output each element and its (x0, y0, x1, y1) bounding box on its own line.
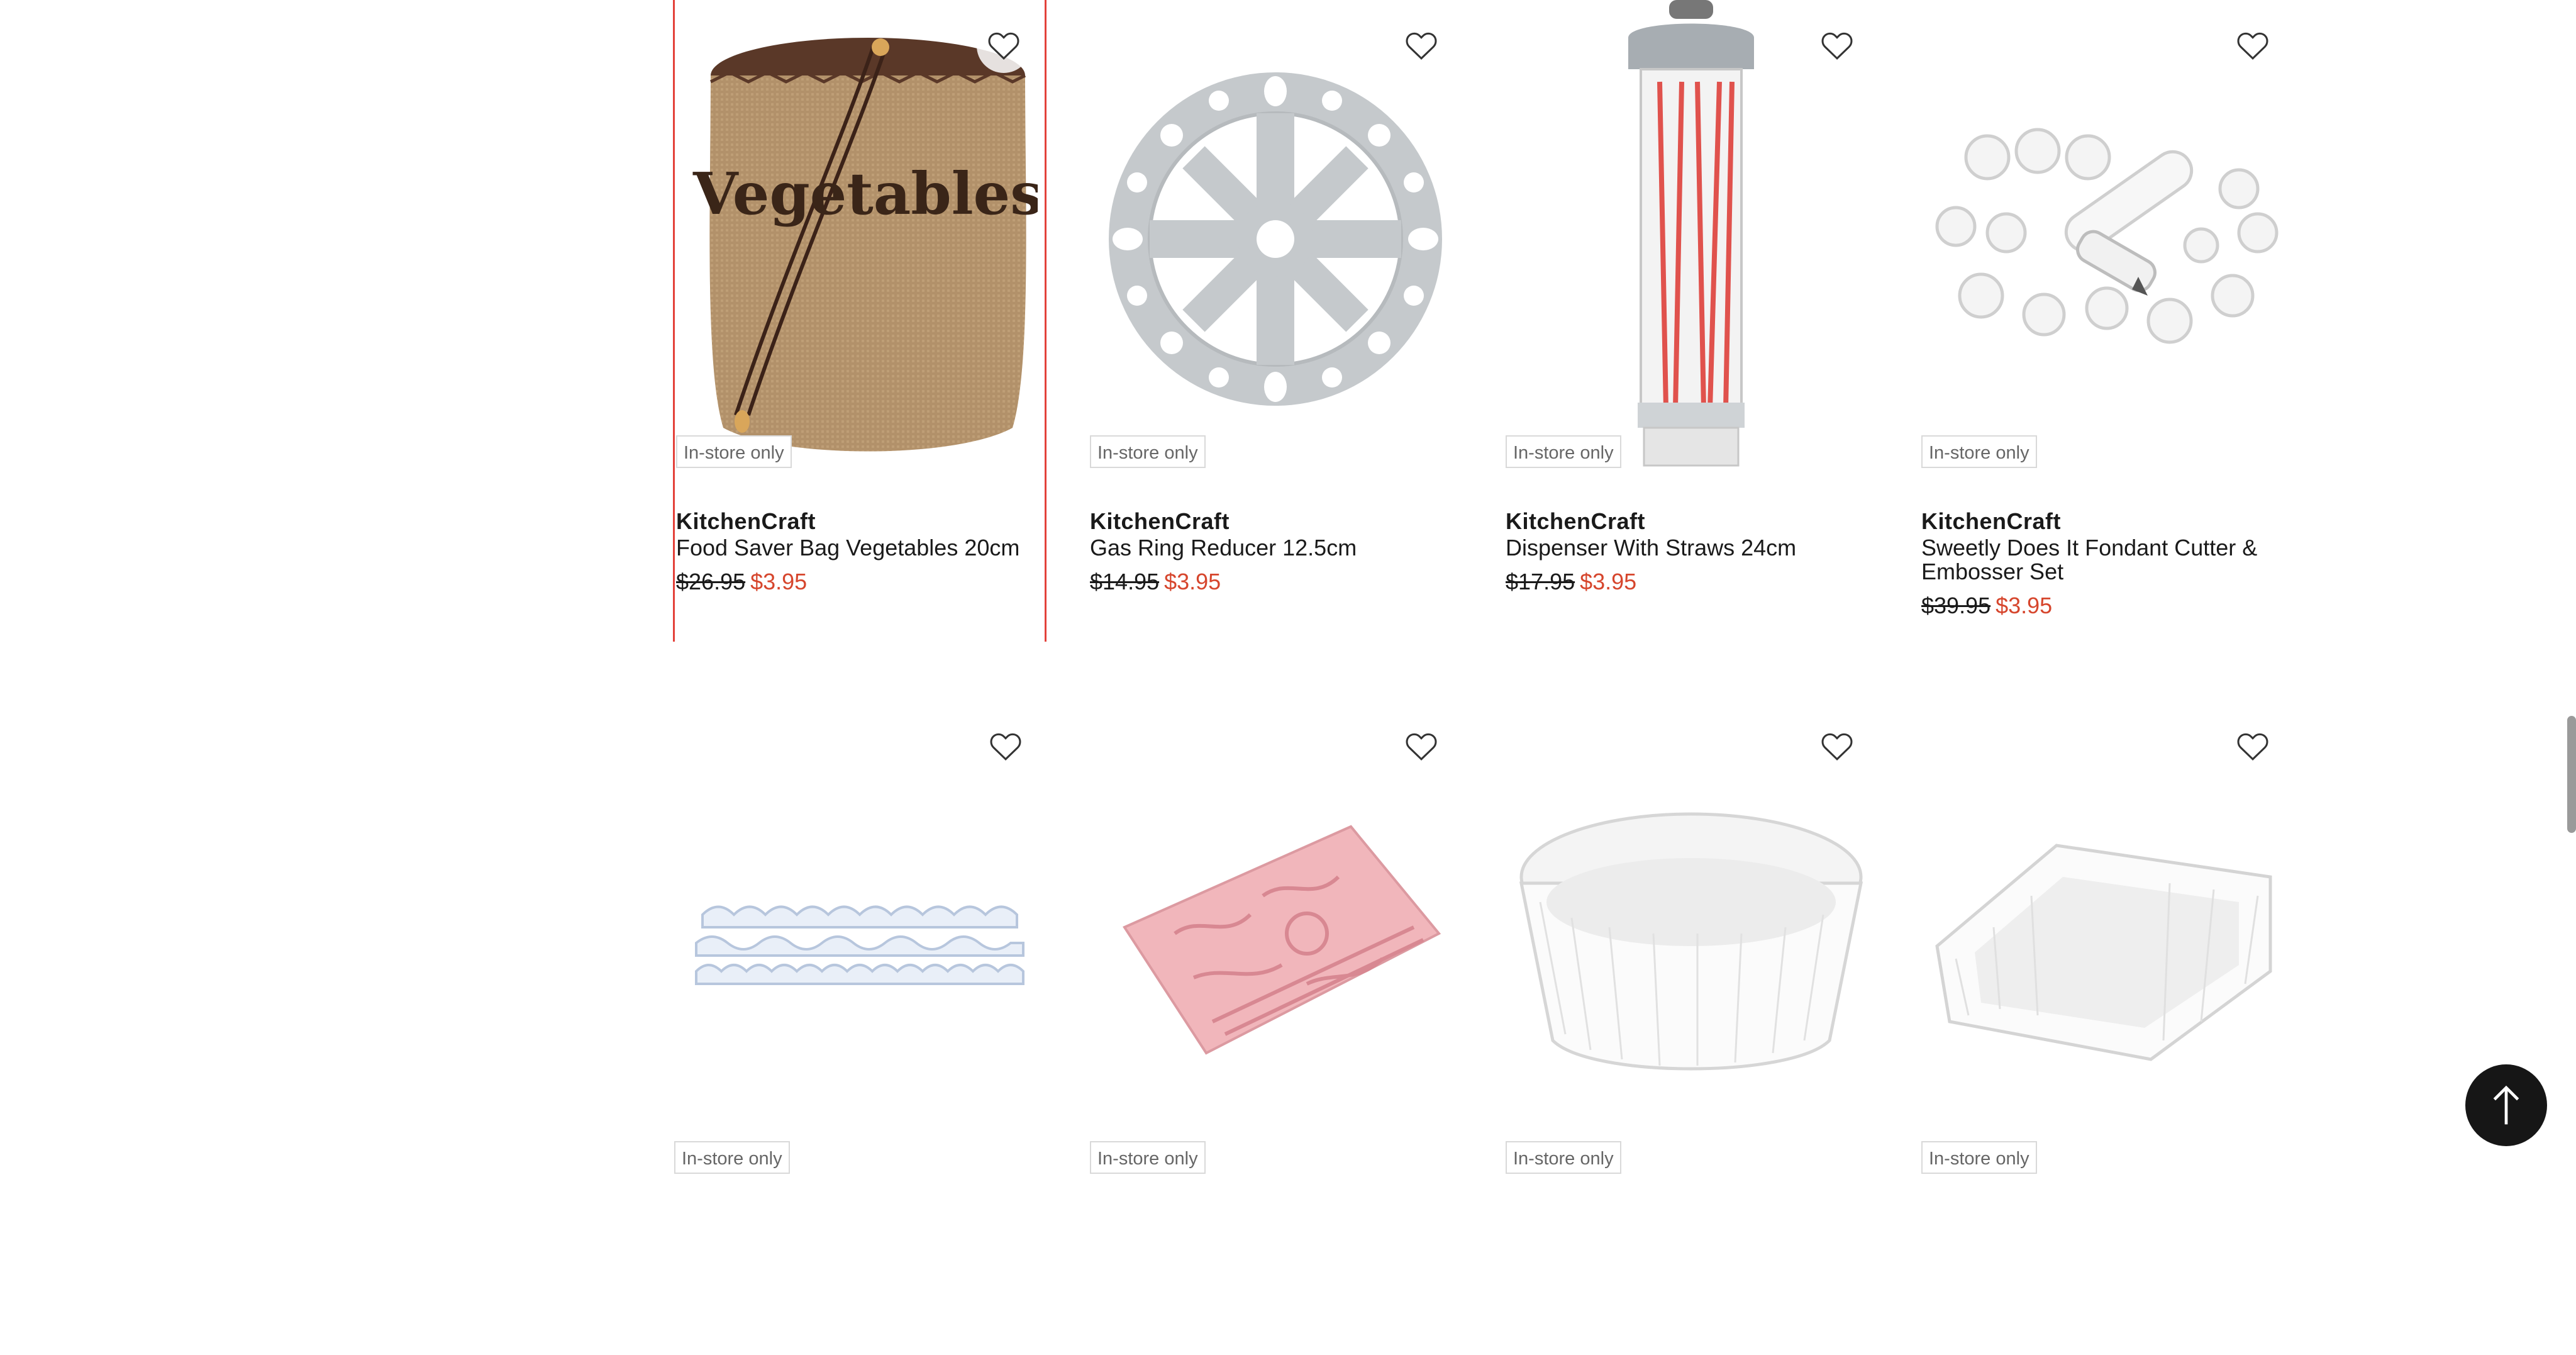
heart-icon (1821, 32, 1853, 60)
product-card[interactable]: In-store only KitchenCraft Gas Ring Redu… (1089, 0, 1462, 642)
in-store-badge: In-store only (674, 1141, 790, 1174)
product-card[interactable]: In-store only (1504, 701, 1878, 1342)
product-brand[interactable]: KitchenCraft (1921, 508, 2061, 535)
product-card[interactable]: In-store only (1920, 701, 2294, 1342)
product-grid-row-2: In-store only In-store only In-store onl… (673, 701, 2333, 1355)
in-store-badge: In-store only (1506, 1141, 1621, 1174)
product-image[interactable] (1504, 0, 1878, 478)
favorite-button[interactable] (2226, 720, 2280, 774)
back-to-top-button[interactable] (2465, 1064, 2547, 1146)
product-image[interactable] (1920, 0, 2294, 478)
in-store-badge: In-store only (1921, 435, 2037, 468)
product-price: $14.95 $3.95 (1090, 569, 1221, 595)
bag-print-text: Vegetables (692, 160, 1038, 228)
vegetable-bag-image: Vegetables (692, 38, 1038, 452)
product-image[interactable] (1089, 701, 1462, 1179)
original-price: $26.95 (676, 569, 746, 594)
product-name[interactable]: Sweetly Does It Fondant Cutter & Embosse… (1921, 536, 2280, 584)
product-name[interactable]: Gas Ring Reducer 12.5cm (1090, 536, 1448, 560)
product-brand[interactable]: KitchenCraft (676, 508, 816, 535)
scrollbar-thumb[interactable] (2567, 716, 2576, 833)
sale-price: $3.95 (1164, 569, 1221, 594)
in-store-badge: In-store only (1506, 435, 1621, 468)
silicone-mould-image (1123, 825, 1441, 1055)
favorite-button[interactable] (1810, 720, 1864, 774)
favorite-button[interactable] (977, 19, 1031, 73)
arrow-up-icon (2493, 1085, 2519, 1125)
loaf-liner-image (1935, 844, 2272, 1061)
in-store-badge: In-store only (1090, 1141, 1206, 1174)
product-price: $39.95 $3.95 (1921, 593, 2052, 619)
in-store-badge: In-store only (676, 435, 792, 468)
heart-icon (990, 733, 1021, 761)
in-store-badge: In-store only (1921, 1141, 2037, 1174)
product-image[interactable] (1504, 701, 1878, 1179)
original-price: $39.95 (1921, 593, 1991, 618)
in-store-badge: In-store only (1090, 435, 1206, 468)
favorite-button[interactable] (1394, 19, 1448, 73)
heart-icon (988, 32, 1019, 60)
baking-case-round-image (1519, 812, 1863, 1071)
product-card[interactable]: In-store only (673, 701, 1046, 1342)
border-cutters-image (695, 905, 1024, 985)
favorite-button[interactable] (1394, 720, 1448, 774)
sale-price: $3.95 (750, 569, 808, 594)
straw-dispenser-image (1628, 0, 1754, 467)
heart-icon (1821, 733, 1853, 761)
product-name[interactable]: Food Saver Bag Vegetables 20cm (676, 536, 1035, 560)
favorite-button[interactable] (2226, 19, 2280, 73)
product-image[interactable] (673, 701, 1046, 1179)
product-image[interactable] (1089, 0, 1462, 478)
product-name[interactable]: Dispenser With Straws 24cm (1506, 536, 1864, 560)
sale-price: $3.95 (1580, 569, 1637, 594)
product-image[interactable]: Vegetables (675, 0, 1048, 478)
original-price: $17.95 (1506, 569, 1575, 594)
product-card[interactable]: In-store only (1089, 701, 1462, 1342)
favorite-button[interactable] (979, 720, 1033, 774)
product-brand[interactable]: KitchenCraft (1090, 508, 1230, 535)
sale-price: $3.95 (1996, 593, 2053, 618)
gas-ring-reducer-image (1109, 72, 1442, 406)
heart-icon (2237, 733, 2268, 761)
product-price: $26.95 $3.95 (676, 569, 807, 595)
product-image[interactable] (1920, 701, 2294, 1179)
product-grid-row-1: Vegetables In-store only KitchenCraft Fo… (673, 0, 2333, 654)
original-price: $14.95 (1090, 569, 1160, 594)
fondant-cutter-set-image (1935, 128, 2279, 344)
heart-icon (1406, 733, 1437, 761)
product-card[interactable]: Vegetables In-store only KitchenCraft Fo… (673, 0, 1046, 642)
product-price: $17.95 $3.95 (1506, 569, 1636, 595)
heart-icon (2237, 32, 2268, 60)
product-card[interactable]: In-store only KitchenCraft Dispenser Wit… (1504, 0, 1878, 642)
product-card[interactable]: In-store only KitchenCraft Sweetly Does … (1920, 0, 2294, 642)
heart-icon (1406, 32, 1437, 60)
favorite-button[interactable] (1810, 19, 1864, 73)
product-brand[interactable]: KitchenCraft (1506, 508, 1645, 535)
